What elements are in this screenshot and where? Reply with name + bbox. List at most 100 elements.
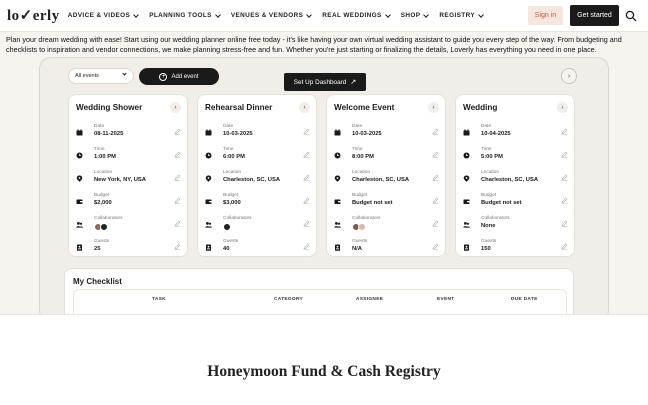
guest-list-icon	[464, 244, 469, 251]
edit-icon[interactable]	[174, 128, 181, 135]
clock-icon	[334, 152, 341, 159]
people-icon	[334, 222, 341, 228]
menu-label: PLANNING TOOLS	[149, 12, 212, 19]
event-field-collaborators: Collaborators None	[456, 215, 576, 237]
menu-venues-vendors[interactable]: VENUES & VENDORS	[231, 11, 313, 19]
col-category[interactable]: CATEGORY	[274, 297, 303, 302]
edit-icon[interactable]	[432, 197, 439, 204]
field-label: Date	[352, 124, 363, 129]
edit-icon[interactable]	[432, 151, 439, 158]
avatar[interactable]	[100, 223, 108, 231]
edit-icon[interactable]	[174, 197, 181, 204]
edit-icon[interactable]	[303, 197, 310, 204]
clock-icon	[463, 152, 470, 159]
main-menu: ADVICE & VIDEOS PLANNING TOOLS VENUES & …	[67, 11, 494, 19]
col-assignee[interactable]: ASSIGNEE	[356, 297, 383, 302]
menu-registry[interactable]: REGISTRY	[439, 11, 484, 19]
collaborator-avatars[interactable]	[223, 223, 231, 231]
field-label: Budget	[352, 193, 368, 198]
edit-icon[interactable]	[174, 174, 181, 181]
add-event-button[interactable]: + Add event	[139, 68, 219, 85]
chevron-right-icon[interactable]: ›	[299, 102, 310, 113]
event-field-date: Date 10-03-2025	[198, 123, 318, 145]
edit-icon[interactable]	[174, 151, 181, 158]
edit-icon[interactable]	[303, 174, 310, 181]
people-icon	[463, 222, 470, 228]
chevron-down-icon	[478, 11, 484, 18]
col-task[interactable]: TASK	[152, 297, 166, 302]
events-select-value: All events	[75, 73, 99, 79]
field-label: Date	[223, 124, 234, 129]
col-due-date[interactable]: DUE DATE	[511, 297, 538, 302]
field-value: 40	[223, 246, 230, 252]
edit-icon[interactable]	[303, 151, 310, 158]
menu-real-weddings[interactable]: REAL WEDDINGS	[322, 11, 391, 19]
events-select[interactable]: All events	[68, 68, 134, 84]
event-card[interactable]: Wedding Shower › Date 08-11-2025 Time 1:00 PM…	[68, 94, 188, 257]
event-field-time: Time 5:00 PM	[456, 146, 576, 168]
event-field-budget: Budget $2,000	[69, 192, 189, 214]
field-value: New York, NY, USA	[94, 177, 146, 183]
event-field-budget: Budget $3,000	[198, 192, 318, 214]
chevron-right-icon[interactable]: ›	[428, 102, 439, 113]
edit-icon[interactable]	[432, 174, 439, 181]
top-nav: lo✓erly ADVICE & VIDEOS PLANNING TOOLS V…	[0, 0, 648, 32]
calendar-icon	[205, 129, 212, 136]
edit-icon[interactable]	[561, 128, 568, 135]
event-card[interactable]: Rehearsal Dinner › Date 10-03-2025 Time 6:00 …	[197, 94, 317, 257]
field-label: Collaborators	[94, 216, 123, 221]
get-started-button[interactable]: Get started	[570, 5, 619, 26]
collaborator-avatars[interactable]	[94, 223, 108, 231]
menu-label: ADVICE & VIDEOS	[67, 12, 131, 19]
edit-icon[interactable]	[174, 220, 181, 227]
edit-icon[interactable]	[174, 243, 181, 250]
event-field-date: Date 08-11-2025	[69, 123, 189, 145]
clock-icon	[76, 152, 83, 159]
collaborator-avatars[interactable]	[352, 223, 366, 231]
field-value: 10-03-2025	[352, 131, 382, 137]
edit-icon[interactable]	[432, 243, 439, 250]
chevron-down-icon	[384, 11, 391, 18]
edit-icon[interactable]	[303, 220, 310, 227]
field-value: 8:00 PM	[352, 154, 374, 160]
loverly-logo[interactable]: lo✓erly	[7, 6, 60, 25]
field-label: Location	[352, 170, 371, 175]
avatar[interactable]	[223, 223, 231, 231]
menu-advice-videos[interactable]: ADVICE & VIDEOS	[67, 11, 140, 19]
menu-shop[interactable]: SHOP	[401, 11, 430, 19]
event-field-location: Location New York, NY, USA	[69, 169, 189, 191]
field-value: N/A	[352, 246, 362, 252]
sign-in-button[interactable]: Sign in	[528, 6, 563, 25]
edit-icon[interactable]	[561, 151, 568, 158]
event-field-budget: Budget Budget not set	[456, 192, 576, 214]
set-up-dashboard-button[interactable]: Set Up Dashboard ↗	[284, 73, 366, 91]
guest-list-icon	[77, 244, 82, 251]
edit-icon[interactable]	[303, 128, 310, 135]
event-card[interactable]: Welcome Event › Date 10-03-2025 Time 8:00 PM L…	[326, 94, 446, 257]
search-icon[interactable]	[625, 10, 637, 22]
field-label: Collaborators	[481, 216, 510, 221]
event-field-location: Location Charleston, SC, USA	[327, 169, 447, 191]
field-value: Charleston, SC, USA	[481, 177, 539, 183]
field-label: Location	[94, 170, 113, 175]
next-events-button[interactable]: ›	[561, 68, 577, 84]
chevron-right-icon[interactable]: ›	[557, 102, 568, 113]
event-field-location: Location Charleston, SC, USA	[198, 169, 318, 191]
event-card[interactable]: Wedding › Date 10-04-2025 Time 5:00 PM Locatio…	[455, 94, 575, 257]
location-pin-icon	[334, 175, 341, 182]
event-field-time: Time 6:00 PM	[198, 146, 318, 168]
edit-icon[interactable]	[561, 197, 568, 204]
edit-icon[interactable]	[303, 243, 310, 250]
edit-icon[interactable]	[561, 220, 568, 227]
edit-icon[interactable]	[432, 128, 439, 135]
menu-planning-tools[interactable]: PLANNING TOOLS	[149, 11, 221, 19]
field-value: 10-04-2025	[481, 131, 511, 137]
edit-icon[interactable]	[561, 174, 568, 181]
col-event[interactable]: EVENT	[437, 297, 455, 302]
avatar[interactable]	[358, 223, 366, 231]
location-pin-icon	[205, 175, 212, 182]
edit-icon[interactable]	[432, 220, 439, 227]
chevron-right-icon[interactable]: ›	[170, 102, 181, 113]
edit-icon[interactable]	[561, 243, 568, 250]
plus-icon: +	[159, 72, 168, 81]
